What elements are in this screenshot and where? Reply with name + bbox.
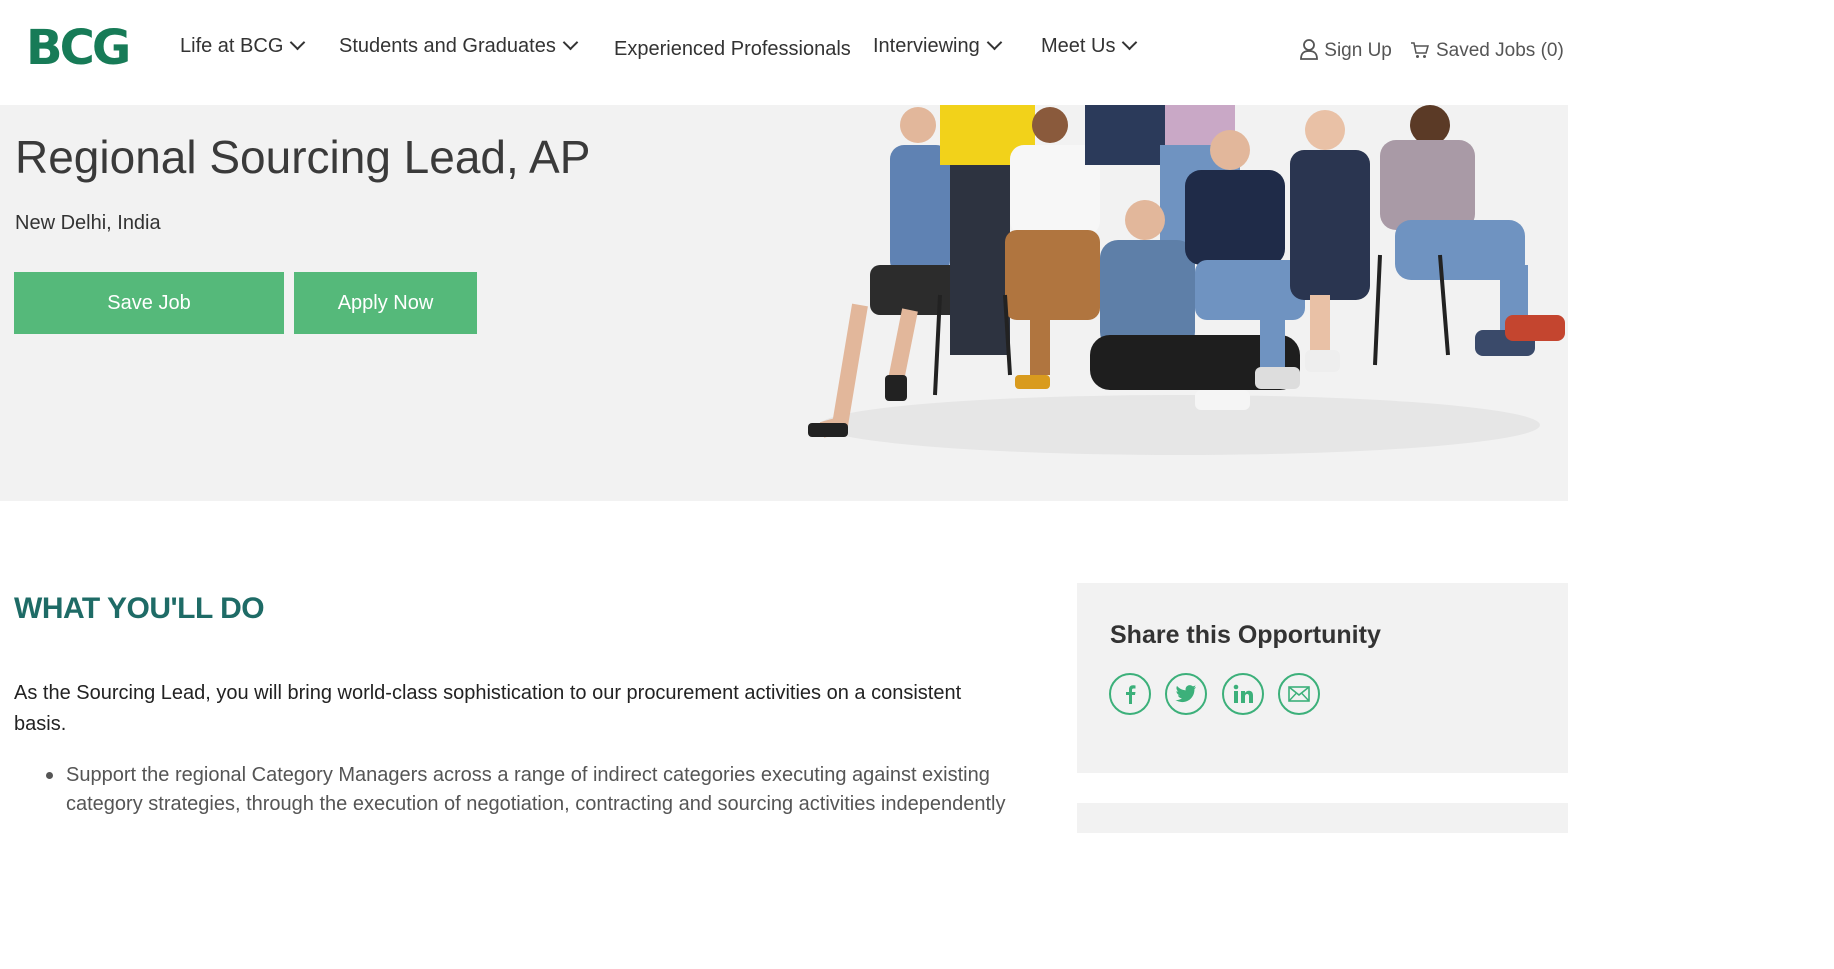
chevron-down-icon: [1122, 34, 1138, 51]
apply-now-button[interactable]: Apply Now: [294, 272, 477, 334]
save-job-button[interactable]: Save Job: [14, 272, 284, 334]
chevron-down-icon: [290, 34, 306, 51]
saved-jobs-link[interactable]: Saved Jobs (0): [1410, 36, 1564, 66]
list-item: Support the regional Category Managers a…: [46, 761, 1046, 819]
section-title: WHAT YOU'LL DO: [14, 592, 265, 625]
chevron-down-icon: [986, 34, 1002, 51]
saved-jobs-label: Saved Jobs (0): [1436, 40, 1564, 61]
job-title: Regional Sourcing Lead, AP: [15, 131, 591, 183]
chevron-down-icon: [562, 34, 579, 51]
share-linkedin-button[interactable]: [1222, 673, 1264, 715]
nav-label: Interviewing: [873, 35, 980, 57]
nav-label: Life at BCG: [180, 35, 284, 57]
share-facebook-button[interactable]: [1109, 673, 1151, 715]
user-icon: [1300, 39, 1318, 60]
nav-label: Students and Graduates: [339, 35, 556, 57]
nav-experienced-professionals[interactable]: Experienced Professionals: [614, 33, 851, 65]
sign-up-link[interactable]: Sign Up: [1299, 36, 1392, 66]
linkedin-icon: [1233, 684, 1253, 703]
nav-label: Experienced Professionals: [614, 38, 851, 60]
sidebar-card: [1077, 803, 1568, 833]
cart-icon: [1411, 42, 1429, 58]
nav-students-and-graduates[interactable]: Students and Graduates: [339, 30, 579, 62]
team-photo: [808, 105, 1565, 455]
bcg-logo[interactable]: BCG: [26, 22, 131, 74]
facebook-icon: [1126, 685, 1136, 704]
nav-interviewing[interactable]: Interviewing: [873, 30, 1002, 62]
job-location: New Delhi, India: [15, 212, 161, 234]
sign-up-label: Sign Up: [1324, 40, 1392, 61]
job-intro: As the Sourcing Lead, you will bring wor…: [14, 682, 962, 735]
share-title: Share this Opportunity: [1110, 621, 1381, 649]
nav-label: Meet Us: [1041, 35, 1116, 57]
twitter-icon: [1175, 685, 1197, 703]
job-hero: Regional Sourcing Lead, AP New Delhi, In…: [0, 105, 1568, 501]
share-twitter-button[interactable]: [1165, 673, 1207, 715]
share-email-button[interactable]: [1278, 673, 1320, 715]
nav-meet-us[interactable]: Meet Us: [1041, 30, 1138, 62]
responsibility-list: Support the regional Category Managers a…: [46, 761, 1046, 819]
email-icon: [1288, 686, 1310, 702]
share-panel: Share this Opportunity: [1077, 583, 1568, 773]
nav-life-at-bcg[interactable]: Life at BCG: [180, 30, 306, 62]
site-header: BCG Life at BCG Students and Graduates E…: [0, 0, 1568, 105]
